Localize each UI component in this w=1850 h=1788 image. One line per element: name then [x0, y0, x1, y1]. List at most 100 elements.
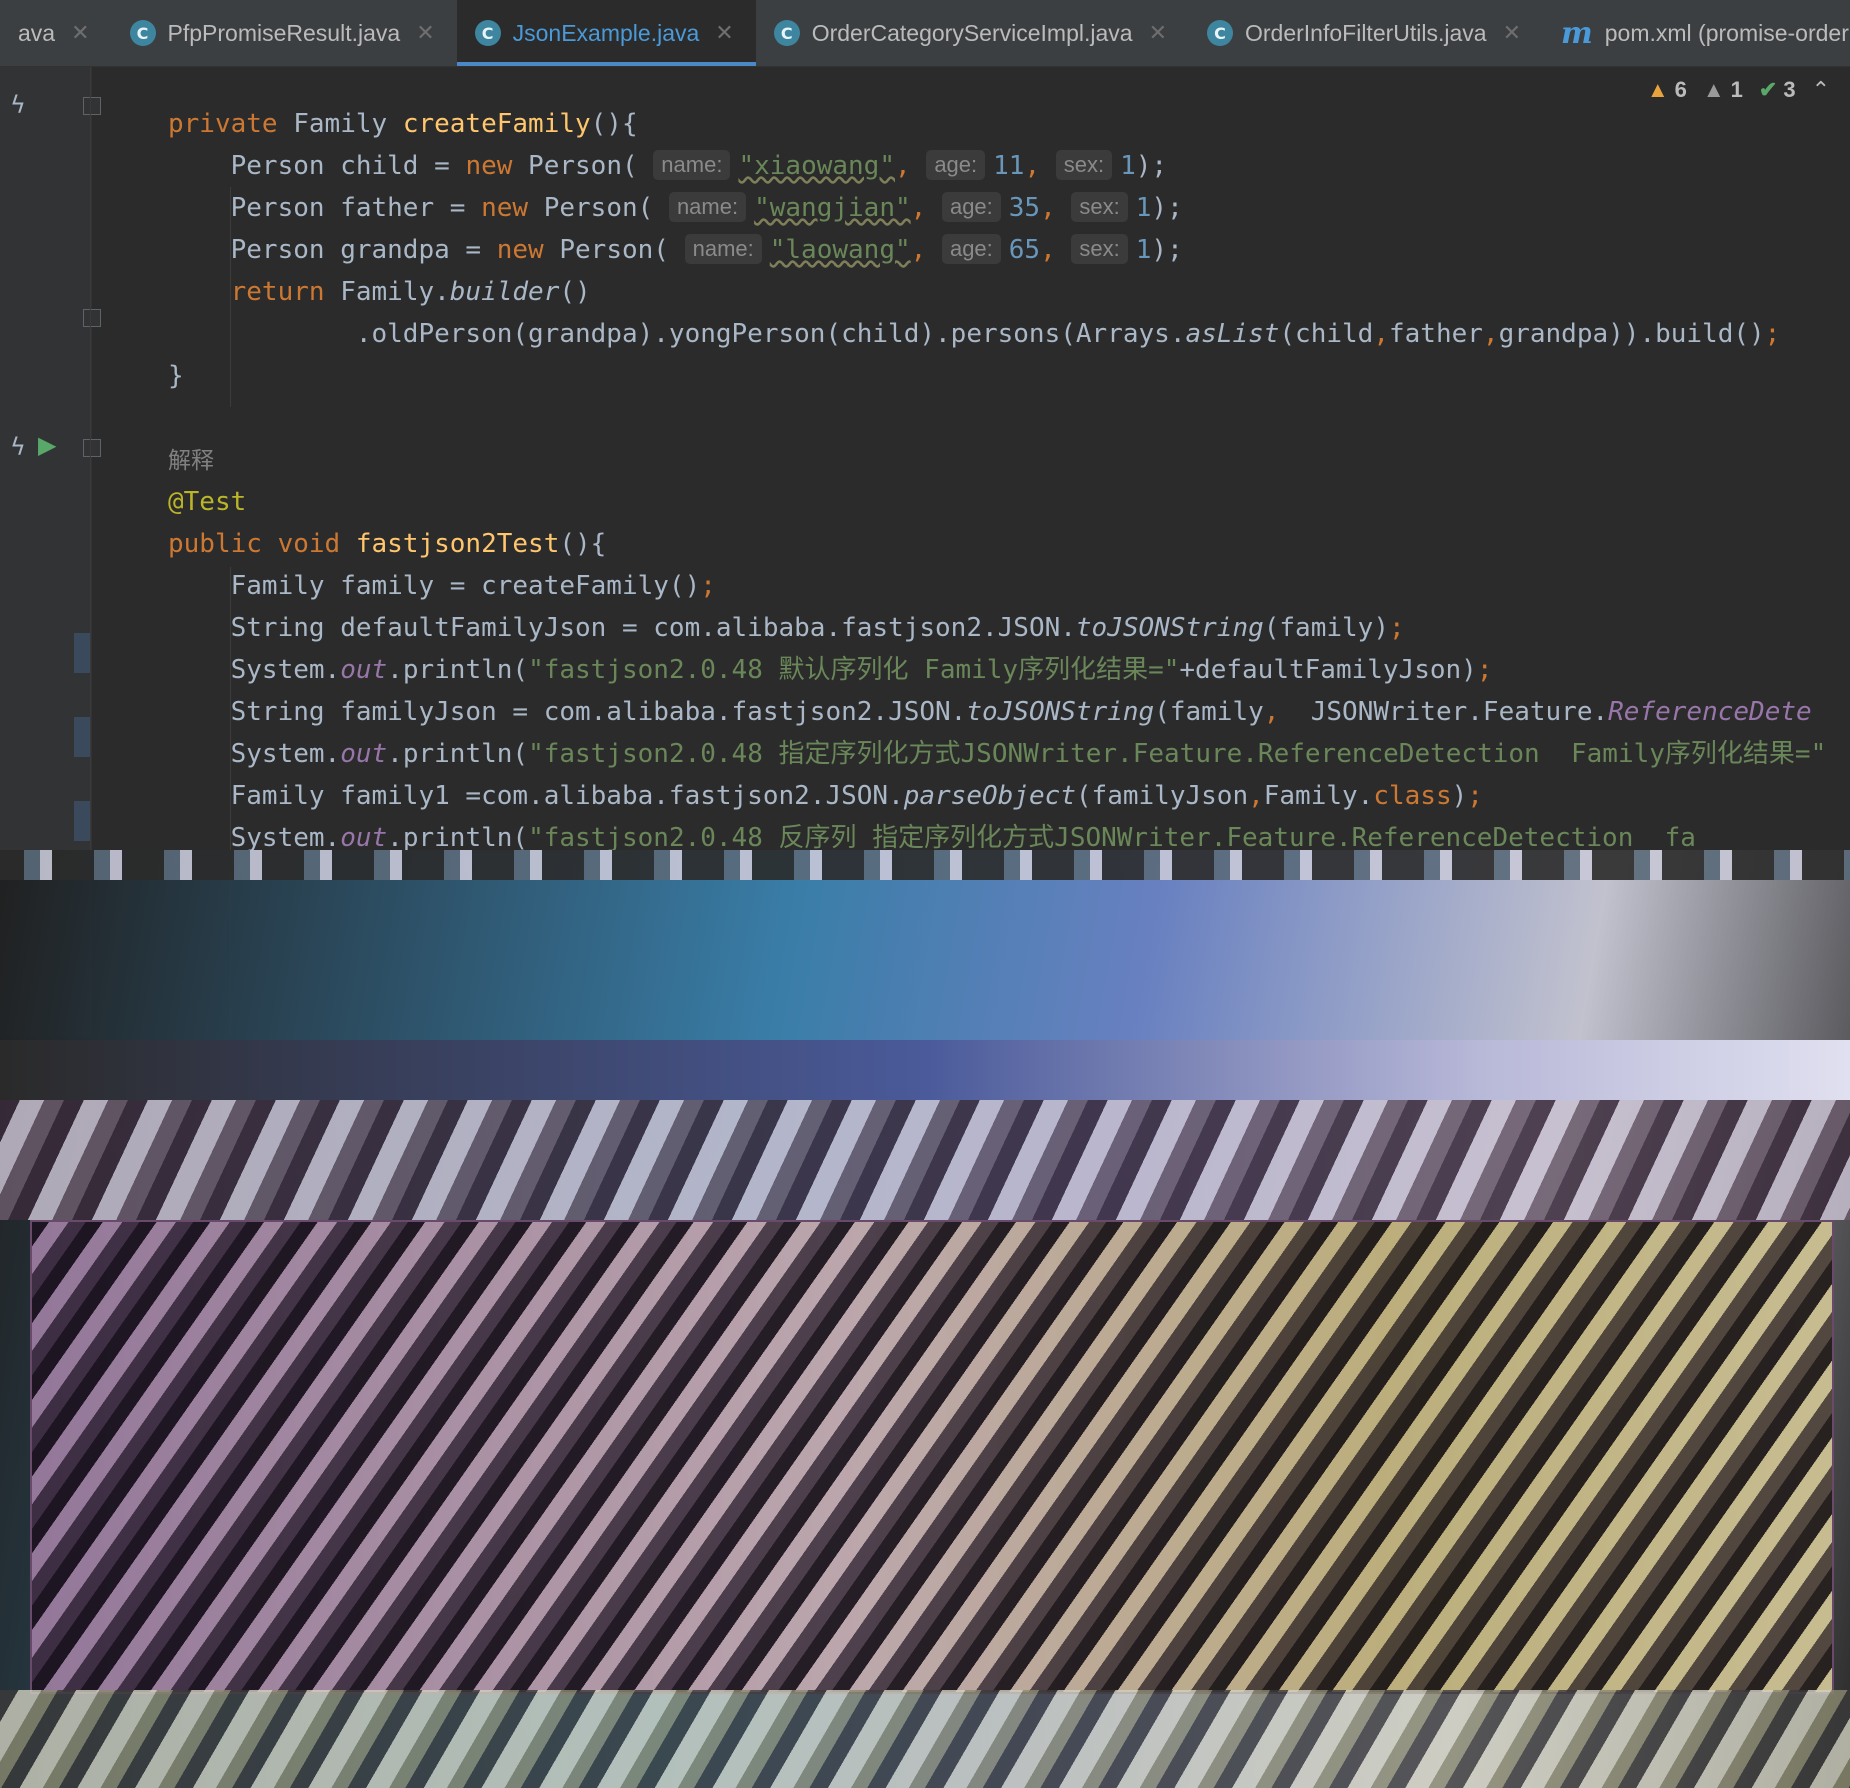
code-text: (family): [1263, 613, 1389, 643]
code-text: Person(: [512, 151, 638, 181]
code-text: Family family1 =com.alibaba.fastjson2.JS…: [230, 781, 904, 811]
tab-pfppromiseresult[interactable]: C PfpPromiseResult.java ✕: [112, 0, 457, 66]
change-marker: [74, 633, 90, 673]
tab-jsonexample[interactable]: C JsonExample.java ✕: [456, 0, 756, 66]
glitch-band: [0, 1690, 1850, 1788]
keyword: private: [168, 109, 278, 139]
tab-label: OrderInfoFilterUtils.java: [1245, 19, 1487, 46]
string-literal: "fastjson2.0.48 默认序列化 Family序列化结果=": [528, 655, 1180, 685]
code-text: ;: [700, 571, 716, 601]
code-line: public void fastjson2Test(){: [168, 523, 1850, 565]
code-text: ,: [1248, 781, 1264, 811]
annotation: @Test: [168, 487, 247, 517]
code-text: ,: [1263, 697, 1280, 727]
close-icon[interactable]: ✕: [1149, 20, 1167, 46]
code-line: System.out.println("fastjson2.0.48 默认序列化…: [168, 649, 1850, 691]
lambda-icon[interactable]: ϟ: [10, 433, 26, 461]
keyword: new: [496, 235, 544, 265]
close-icon[interactable]: ✕: [715, 20, 733, 46]
number-literal: 11: [993, 151, 1025, 181]
parameter-hint: sex:: [1071, 234, 1128, 264]
number-literal: 1: [1135, 193, 1152, 223]
weak-warnings-count: 1: [1730, 77, 1743, 102]
fold-marker[interactable]: [83, 309, 101, 327]
lambda-icon[interactable]: ϟ: [10, 91, 26, 119]
code-text: JSONWriter.Feature.: [1279, 697, 1609, 727]
code-text: (): [559, 277, 591, 307]
code-text: ;: [1764, 319, 1781, 349]
code-text: (){: [559, 529, 607, 559]
class-icon: C: [773, 20, 800, 46]
code-text: ;: [1476, 655, 1493, 685]
code-text: );: [1151, 193, 1183, 223]
run-test-icon[interactable]: ▶: [38, 431, 56, 459]
parameter-hint: name:: [668, 192, 747, 222]
code-line: Person grandpa = new Person( name: "laowa…: [230, 234, 1183, 265]
code-text: Person(: [528, 193, 654, 223]
static-field: ReferenceDete: [1608, 697, 1812, 727]
class-icon: C: [474, 20, 501, 46]
method-name: createFamily: [402, 109, 591, 139]
code-line: String defaultFamilyJson = com.alibaba.f…: [168, 607, 1850, 649]
code-text: (familyJson: [1075, 781, 1249, 811]
code-text: .println(: [387, 739, 529, 769]
code-line: private Family createFamily(){: [168, 103, 1850, 145]
close-icon[interactable]: ✕: [416, 20, 434, 46]
code-text: System.: [230, 655, 341, 685]
tab-label: pom.xml (promise-ordermarking: [1604, 19, 1850, 46]
tab-orderinfofilterutils[interactable]: C OrderInfoFilterUtils.java ✕: [1189, 0, 1543, 66]
tab-ordercategoryserviceimpl[interactable]: C OrderCategoryServiceImpl.java ✕: [756, 0, 1189, 66]
code-text: }: [168, 361, 184, 391]
weak-warnings-indicator[interactable]: ▲ 1: [1703, 77, 1743, 103]
warnings-count: 6: [1674, 77, 1687, 102]
code-vision-label[interactable]: 解释: [168, 447, 214, 473]
code-line: Person father = new Person( name: "wangji…: [230, 192, 1183, 223]
fold-marker[interactable]: [83, 439, 101, 457]
static-field: out: [340, 739, 388, 769]
keyword: new: [465, 151, 513, 181]
code-text: +defaultFamilyJson): [1179, 655, 1477, 685]
number-literal: 65: [1008, 235, 1041, 265]
method-name: fastjson2Test: [355, 529, 560, 559]
code-text: ): [1451, 781, 1468, 811]
string-literal: "fastjson2.0.48 反序列 指定序列化方式JSONWriter.Fe…: [528, 823, 1696, 853]
code-text: System.: [230, 823, 341, 853]
class-icon: C: [129, 20, 156, 46]
fold-marker[interactable]: [83, 97, 101, 115]
close-icon[interactable]: ✕: [1503, 20, 1521, 46]
ok-count: 3: [1783, 77, 1796, 102]
code-text: .println(: [387, 655, 529, 685]
code-text: String defaultFamilyJson = com.alibaba.f…: [230, 613, 1076, 643]
inspection-widget[interactable]: ▲ 6 ▲ 1 ✔ 3 ⌃: [1647, 77, 1830, 103]
code-line: @Test: [168, 481, 1850, 523]
code-text: (child: [1279, 319, 1374, 349]
chevron-up-icon[interactable]: ⌃: [1812, 77, 1830, 103]
class-icon: C: [1207, 20, 1233, 46]
code-text: father: [1388, 319, 1483, 349]
glitch-edge: [0, 850, 1850, 880]
ok-indicator[interactable]: ✔ 3: [1759, 77, 1796, 103]
code-text: );: [1151, 235, 1183, 265]
tab-java-partial[interactable]: ava ✕: [0, 0, 112, 66]
tab-pom-xml[interactable]: m pom.xml (promise-ordermarking: [1543, 0, 1850, 66]
static-method: toJSONString: [1075, 613, 1264, 643]
string-literal: "laowang": [769, 235, 911, 265]
code-text: Family family = createFamily(): [230, 571, 701, 601]
close-icon[interactable]: ✕: [71, 20, 89, 46]
code-text: System.: [230, 739, 341, 769]
keyword: public: [168, 529, 262, 559]
glitch-band: [0, 1100, 1850, 1220]
glitch-panel: [30, 1220, 1834, 1694]
warnings-indicator[interactable]: ▲ 6: [1647, 77, 1687, 103]
string-literal: "wangjian": [754, 193, 911, 223]
code-content[interactable]: private Family createFamily(){ Person ch…: [168, 103, 1850, 859]
code-text: );: [1135, 151, 1168, 181]
code-text: .oldPerson(grandpa).yongPerson(child).pe…: [355, 319, 1186, 349]
checkmark-icon: ✔: [1758, 77, 1778, 102]
parameter-hint: sex:: [1055, 150, 1113, 180]
code-text: grandpa)).build(): [1498, 319, 1765, 349]
code-text: ;: [1467, 781, 1483, 811]
code-line: return Family.builder(): [168, 271, 1850, 313]
code-text: (family: [1154, 697, 1264, 727]
tab-label: JsonExample.java: [512, 19, 700, 46]
